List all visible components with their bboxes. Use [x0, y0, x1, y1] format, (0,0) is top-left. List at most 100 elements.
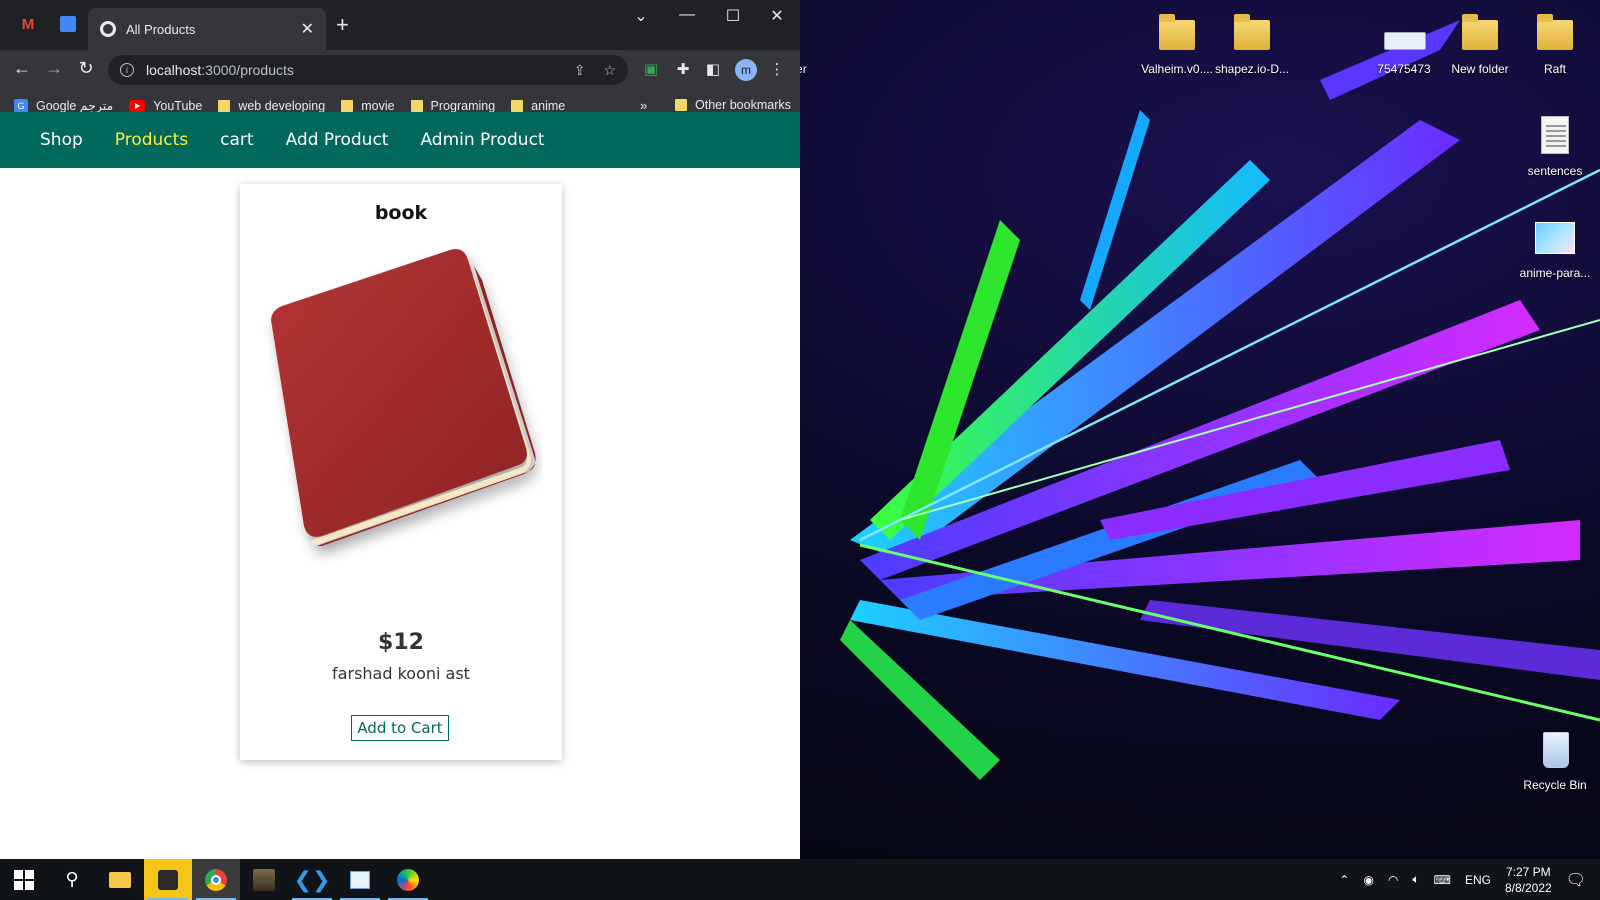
back-button[interactable]: ← — [10, 58, 34, 79]
start-button[interactable] — [0, 859, 48, 900]
bookmark-label: YouTube — [153, 98, 203, 113]
forward-button[interactable]: → — [42, 58, 66, 79]
minimize-button[interactable]: — — [672, 6, 702, 24]
taskbar-chrome[interactable] — [192, 859, 240, 900]
keyboard-file-icon — [1380, 10, 1428, 58]
bookmark-web-developing[interactable]: web developing — [218, 99, 325, 113]
volume-icon[interactable]: 🔈︎ — [1412, 872, 1419, 887]
google-translate-pinned-tab[interactable] — [54, 10, 82, 38]
desktop-icon-new-folder[interactable]: New folder — [1440, 10, 1520, 76]
windows-start-icon — [14, 869, 34, 890]
tab-strip: M All Products ✕ + ⌄ — ☐ ✕ — [0, 0, 800, 50]
tab-title: All Products — [126, 21, 196, 37]
profile-avatar[interactable]: m — [735, 59, 757, 81]
desktop-icon-label: 75475473 — [1377, 62, 1431, 76]
recycle-bin-icon — [1531, 726, 1579, 774]
desktop-icon-recycle-bin[interactable]: Recycle Bin — [1515, 726, 1595, 792]
site-header: Shop Products cart Add Product Admin Pro… — [0, 112, 800, 168]
taskbar-game-app[interactable] — [240, 859, 288, 900]
desktop-icon-label: Raft — [1543, 62, 1566, 76]
wifi-icon[interactable]: ◠ — [1388, 873, 1398, 887]
search-button[interactable]: ⚲ — [48, 859, 96, 900]
nav-link-products[interactable]: Products — [115, 130, 188, 150]
book-icon — [271, 249, 536, 546]
nav-link-shop[interactable]: Shop — [40, 130, 83, 150]
chevron-up-icon[interactable]: ⌃ — [1339, 873, 1349, 887]
bookmark-youtube[interactable]: YouTube — [129, 99, 202, 113]
web-page: Shop Products cart Add Product Admin Pro… — [0, 112, 800, 859]
image-file-icon — [1531, 214, 1579, 262]
extension-de-icon[interactable]: ▣ — [640, 60, 662, 78]
desktop-icon-75475473[interactable]: 75475473 — [1364, 10, 1444, 76]
bookmark-movie[interactable]: movie — [341, 99, 395, 113]
folder-icon — [511, 99, 524, 112]
tab-all-products[interactable]: All Products ✕ — [88, 8, 326, 50]
nav-link-add-product[interactable]: Add Product — [286, 130, 389, 150]
desktop-icon-anime-para[interactable]: anime-para... — [1515, 214, 1595, 280]
bookmark-programing[interactable]: Programing — [410, 99, 495, 113]
extensions-puzzle-icon[interactable]: ✚ — [672, 60, 694, 78]
taskbar-paint[interactable] — [384, 859, 432, 900]
bookmark-label: anime — [531, 98, 566, 113]
notification-icon[interactable]: 🗨︎ — [1566, 870, 1586, 890]
site-info-icon[interactable]: i — [120, 63, 134, 77]
bookmark-label: Other bookmarks — [695, 98, 791, 112]
taskbar: ⚲ ❮❯ ⌃ ◉ ◠ 🔈︎ ⌨ ENG 7:27 PM 8/8/2022 🗨︎ — [0, 859, 1600, 900]
bookmark-star-icon[interactable]: ☆ — [603, 62, 616, 79]
close-window-button[interactable]: ✕ — [762, 6, 792, 26]
paint-icon — [397, 868, 419, 891]
game-app-icon — [253, 868, 275, 891]
google-translate-icon: G — [14, 98, 28, 113]
globe-icon — [100, 21, 116, 37]
nav-link-admin-product[interactable]: Admin Product — [420, 130, 544, 150]
side-panel-icon[interactable]: ◧ — [702, 60, 724, 78]
desktop-icon-label: Recycle Bin — [1523, 778, 1587, 792]
folder-icon — [341, 99, 354, 112]
address-bar[interactable]: i localhost :3000/products ⇪ ☆ — [108, 55, 628, 85]
keyboard-icon[interactable]: ⌨ — [1434, 873, 1451, 887]
other-bookmarks[interactable]: Other bookmarks — [675, 98, 791, 112]
bookmark-label: Google مترجم — [36, 99, 114, 113]
gmail-pinned-tab[interactable]: M — [14, 10, 42, 38]
taskbar-file-explorer[interactable] — [96, 859, 144, 900]
nav-link-cart[interactable]: cart — [220, 130, 253, 150]
chrome-icon — [205, 868, 227, 891]
new-tab-button[interactable]: + — [336, 12, 349, 38]
clock[interactable]: 7:27 PM 8/8/2022 — [1505, 864, 1552, 896]
product-title: book — [374, 202, 428, 224]
desktop-icon-valheim[interactable]: Valheim.v0.... — [1137, 10, 1217, 76]
google-translate-icon — [60, 16, 76, 32]
add-to-cart-button[interactable]: Add to Cart — [351, 715, 449, 741]
browser-window: M All Products ✕ + ⌄ — ☐ ✕ ← → ↻ i local… — [0, 0, 800, 859]
search-icon: ⚲ — [65, 869, 79, 889]
notepad-icon — [350, 870, 370, 889]
youtube-icon — [129, 99, 146, 112]
folder-icon — [1456, 10, 1504, 58]
desktop-icon-label: New folder — [1451, 62, 1509, 76]
vscode-icon: ❮❯ — [293, 866, 331, 892]
taskbar-vscode[interactable]: ❮❯ — [288, 859, 336, 900]
sticky-app-icon — [158, 869, 178, 890]
taskbar-notepad[interactable] — [336, 859, 384, 900]
discord-icon[interactable]: ◉ — [1363, 873, 1373, 887]
desktop-icon-sentences[interactable]: sentences — [1515, 112, 1595, 178]
desktop-icon-raft[interactable]: Raft — [1515, 10, 1595, 76]
bookmarks-overflow-button[interactable]: » — [640, 98, 647, 113]
url-path: :3000/products — [201, 62, 294, 78]
bookmark-anime[interactable]: anime — [511, 99, 565, 113]
desktop-icon-label: sentences — [1527, 164, 1583, 178]
menu-kebab-icon[interactable]: ⋮ — [766, 60, 788, 78]
reload-button[interactable]: ↻ — [74, 58, 98, 79]
share-icon[interactable]: ⇪ — [574, 62, 586, 79]
maximize-button[interactable]: ☐ — [718, 6, 748, 26]
tab-search-chevron-icon[interactable]: ⌄ — [626, 6, 656, 26]
zip-folder-icon — [1228, 10, 1276, 58]
bookmark-google-translate[interactable]: G Google مترجم — [14, 98, 113, 113]
folder-icon — [218, 99, 231, 112]
system-tray: ⌃ ◉ ◠ 🔈︎ ⌨ ENG 7:27 PM 8/8/2022 🗨︎ — [1339, 859, 1600, 900]
folder-icon — [410, 99, 423, 112]
language-indicator[interactable]: ENG — [1465, 873, 1491, 887]
desktop-icon-shapez[interactable]: shapez.io-D... — [1212, 10, 1292, 76]
close-icon[interactable]: ✕ — [301, 19, 314, 39]
taskbar-sticky-app[interactable] — [144, 859, 192, 900]
